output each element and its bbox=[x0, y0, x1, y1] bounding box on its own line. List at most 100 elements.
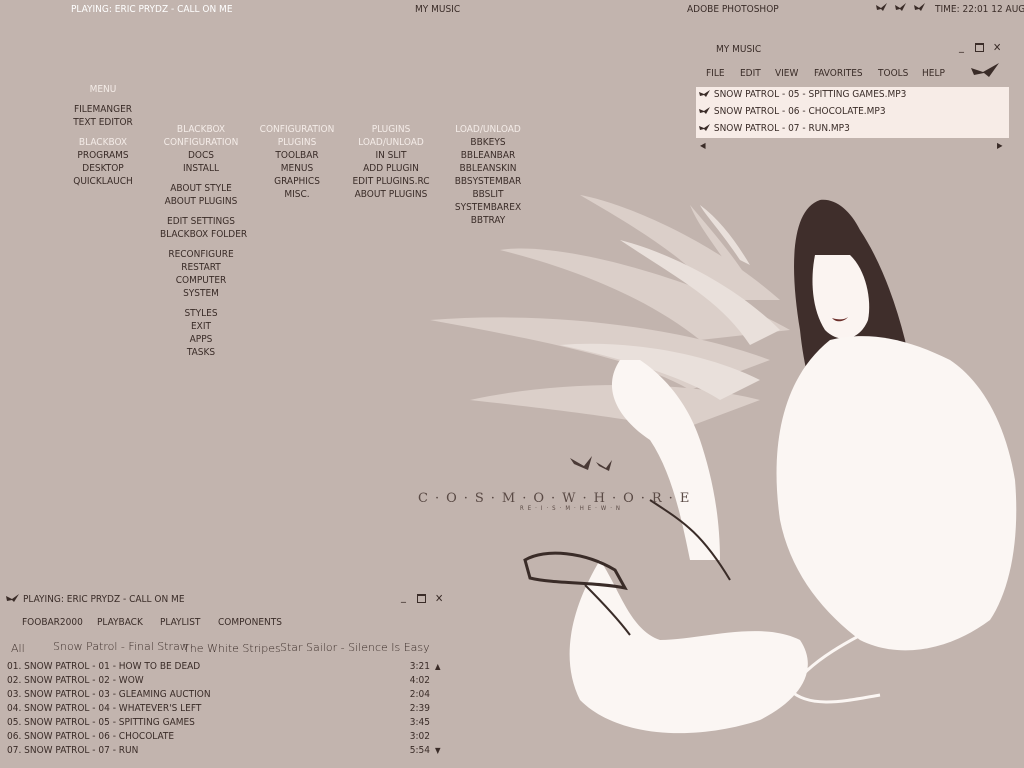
plugin-item-bbsystembar[interactable]: BBSYSTEMBAR bbox=[452, 175, 524, 188]
menu-column-configuration: CONFIGURATION PLUGINS TOOLBAR MENUS GRAP… bbox=[258, 123, 336, 201]
topbar-center-title[interactable]: MY MUSIC bbox=[415, 4, 460, 15]
menu-header-configuration[interactable]: CONFIGURATION bbox=[258, 123, 336, 136]
track-row[interactable]: 03. SNOW PATROL - 03 - GLEAMING AUCTION bbox=[7, 689, 211, 700]
tab-playlist[interactable]: Star Sailor - Silence Is Easy bbox=[280, 641, 430, 654]
menu-tools[interactable]: TOOLS bbox=[878, 68, 908, 79]
clock: TIME: 22:01 12 AUG bbox=[935, 4, 1024, 15]
menu-item-misc[interactable]: MISC. bbox=[258, 188, 336, 201]
track-row[interactable]: 07. SNOW PATROL - 07 - RUN bbox=[7, 745, 138, 756]
menu-playback[interactable]: PLAYBACK bbox=[97, 617, 143, 628]
close-button[interactable]: ✕ bbox=[435, 592, 443, 605]
menu-playlist[interactable]: PLAYLIST bbox=[160, 617, 200, 628]
menu-item-restart[interactable]: RESTART bbox=[160, 261, 242, 274]
menu-item-quicklaunch[interactable]: QUICKLAUCH bbox=[70, 175, 136, 188]
menu-item-tasks[interactable]: TASKS bbox=[160, 346, 242, 359]
wallpaper-art bbox=[430, 195, 1017, 734]
menu-header-blackbox[interactable]: BLACKBOX bbox=[160, 123, 242, 136]
plugin-item-systembarex[interactable]: SYSTEMBAREX bbox=[452, 201, 524, 214]
menu-header-plugins[interactable]: PLUGINS bbox=[350, 123, 432, 136]
menu-header-plugins[interactable]: PLUGINS bbox=[258, 136, 336, 149]
scroll-left-arrow-icon[interactable]: ◀ bbox=[700, 141, 706, 150]
menu-item-docs[interactable]: DOCS bbox=[160, 149, 242, 162]
tab-playlist[interactable]: The White Stripes bbox=[183, 642, 281, 655]
bird-logo-icon bbox=[971, 63, 999, 77]
tab-all[interactable]: All bbox=[11, 642, 25, 655]
track-duration: 4:02 bbox=[409, 675, 430, 686]
menu-item-text-editor[interactable]: TEXT EDITOR bbox=[70, 116, 136, 129]
track-duration: 2:39 bbox=[409, 703, 430, 714]
scroll-right-arrow-icon[interactable]: ▶ bbox=[997, 141, 1003, 150]
plugin-item-bbslit[interactable]: BBSLIT bbox=[452, 188, 524, 201]
track-row[interactable]: 01. SNOW PATROL - 01 - HOW TO BE DEAD bbox=[7, 661, 200, 672]
file-row[interactable]: SNOW PATROL - 07 - RUN.MP3 bbox=[699, 123, 850, 134]
now-playing-text[interactable]: PLAYING: ERIC PRYDZ - CALL ON ME bbox=[71, 4, 233, 15]
close-button[interactable]: ✕ bbox=[993, 41, 1001, 54]
menu-item-desktop[interactable]: DESKTOP bbox=[70, 162, 136, 175]
plugin-item-bbleanbar[interactable]: BBLEANBAR bbox=[452, 149, 524, 162]
topbar-active-app[interactable]: ADOBE PHOTOSHOP bbox=[687, 4, 779, 15]
menu-title: MENU bbox=[89, 84, 117, 95]
maximize-icon bbox=[417, 594, 426, 603]
menu-header-configuration[interactable]: CONFIGURATION bbox=[160, 136, 242, 149]
menu-item-about-plugins[interactable]: ABOUT PLUGINS bbox=[160, 195, 242, 208]
menu-item-about-style[interactable]: ABOUT STYLE bbox=[160, 182, 242, 195]
bird-file-icon bbox=[699, 90, 710, 97]
menu-item-edit-plugins-rc[interactable]: EDIT PLUGINS.RC bbox=[350, 175, 432, 188]
tray-icons[interactable] bbox=[876, 3, 926, 15]
menu-item-system[interactable]: SYSTEM bbox=[160, 287, 242, 300]
maximize-button[interactable] bbox=[417, 593, 426, 606]
menu-favorites[interactable]: FAVORITES bbox=[814, 68, 863, 79]
menu-file[interactable]: FILE bbox=[706, 68, 725, 79]
scroll-up-arrow-icon[interactable]: ▲ bbox=[435, 662, 441, 671]
plugin-item-bbleanskin[interactable]: BBLEANSKIN bbox=[452, 162, 524, 175]
file-row[interactable]: SNOW PATROL - 05 - SPITTING GAMES.MP3 bbox=[699, 89, 906, 100]
file-row[interactable]: SNOW PATROL - 06 - CHOCOLATE.MP3 bbox=[699, 106, 886, 117]
menu-item-graphics[interactable]: GRAPHICS bbox=[258, 175, 336, 188]
tab-playlist[interactable]: Snow Patrol - Final Straw bbox=[53, 640, 189, 653]
window-title: MY MUSIC bbox=[716, 44, 762, 55]
menu-item-blackbox-folder[interactable]: BLACKBOX FOLDER bbox=[160, 228, 247, 241]
menu-item-toolbar[interactable]: TOOLBAR bbox=[258, 149, 336, 162]
bird-tray-icon[interactable] bbox=[876, 3, 888, 12]
menu-item-in-slit[interactable]: IN SLIT bbox=[350, 149, 432, 162]
bird-file-icon bbox=[699, 107, 710, 114]
menu-edit[interactable]: EDIT bbox=[740, 68, 761, 79]
track-row[interactable]: 02. SNOW PATROL - 02 - WOW bbox=[7, 675, 144, 686]
menu-item-exit[interactable]: EXIT bbox=[160, 320, 242, 333]
menu-item-edit-settings[interactable]: EDIT SETTINGS bbox=[160, 215, 242, 228]
menu-item-styles[interactable]: STYLES bbox=[160, 307, 242, 320]
minimize-button[interactable]: _ bbox=[959, 40, 964, 53]
menu-item-install[interactable]: INSTALL bbox=[160, 162, 242, 175]
top-bar: PLAYING: ERIC PRYDZ - CALL ON ME MY MUSI… bbox=[0, 0, 1024, 20]
track-row[interactable]: 04. SNOW PATROL - 04 - WHATEVER'S LEFT bbox=[7, 703, 201, 714]
menu-header-load-unload[interactable]: LOAD/UNLOAD bbox=[350, 136, 432, 149]
track-row[interactable]: 05. SNOW PATROL - 05 - SPITTING GAMES bbox=[7, 717, 195, 728]
menu-column-blackbox: BLACKBOX CONFIGURATION DOCS INSTALL ABOU… bbox=[160, 123, 247, 359]
bird-tray-icon[interactable] bbox=[894, 3, 907, 12]
menu-item-reconfigure[interactable]: RECONFIGURE bbox=[160, 248, 242, 261]
menu-item-computer[interactable]: COMPUTER bbox=[160, 274, 242, 287]
track-duration: 2:04 bbox=[409, 689, 430, 700]
menu-item-filemanager[interactable]: FILEMANGER bbox=[70, 103, 136, 116]
menu-item-add-plugin[interactable]: ADD PLUGIN bbox=[350, 162, 432, 175]
menu-header-load-unload[interactable]: LOAD/UNLOAD bbox=[452, 123, 524, 136]
menu-help[interactable]: HELP bbox=[922, 68, 945, 79]
maximize-button[interactable] bbox=[975, 42, 984, 55]
plugin-item-bbtray[interactable]: BBTRAY bbox=[452, 214, 524, 227]
menu-foobar2000[interactable]: FOOBAR2000 bbox=[22, 617, 83, 628]
menu-item-programs[interactable]: PROGRAMS bbox=[70, 149, 136, 162]
menu-components[interactable]: COMPONENTS bbox=[218, 617, 282, 628]
scroll-down-arrow-icon[interactable]: ▼ bbox=[435, 746, 441, 755]
menu-view[interactable]: VIEW bbox=[775, 68, 798, 79]
maximize-icon bbox=[975, 43, 984, 52]
menu-item-apps[interactable]: APPS bbox=[160, 333, 242, 346]
menu-header-blackbox[interactable]: BLACKBOX bbox=[70, 136, 136, 149]
plugin-item-bbkeys[interactable]: BBKEYS bbox=[452, 136, 524, 149]
minimize-button[interactable]: _ bbox=[401, 590, 406, 603]
menu-item-menus[interactable]: MENUS bbox=[258, 162, 336, 175]
menu-column-main: MENU FILEMANGER TEXT EDITOR BLACKBOX PRO… bbox=[70, 83, 136, 188]
track-row[interactable]: 06. SNOW PATROL - 06 - CHOCOLATE bbox=[7, 731, 174, 742]
menu-item-about-plugins[interactable]: ABOUT PLUGINS bbox=[350, 188, 432, 201]
bird-tray-icon[interactable] bbox=[913, 3, 926, 12]
file-name: SNOW PATROL - 07 - RUN.MP3 bbox=[713, 123, 850, 134]
